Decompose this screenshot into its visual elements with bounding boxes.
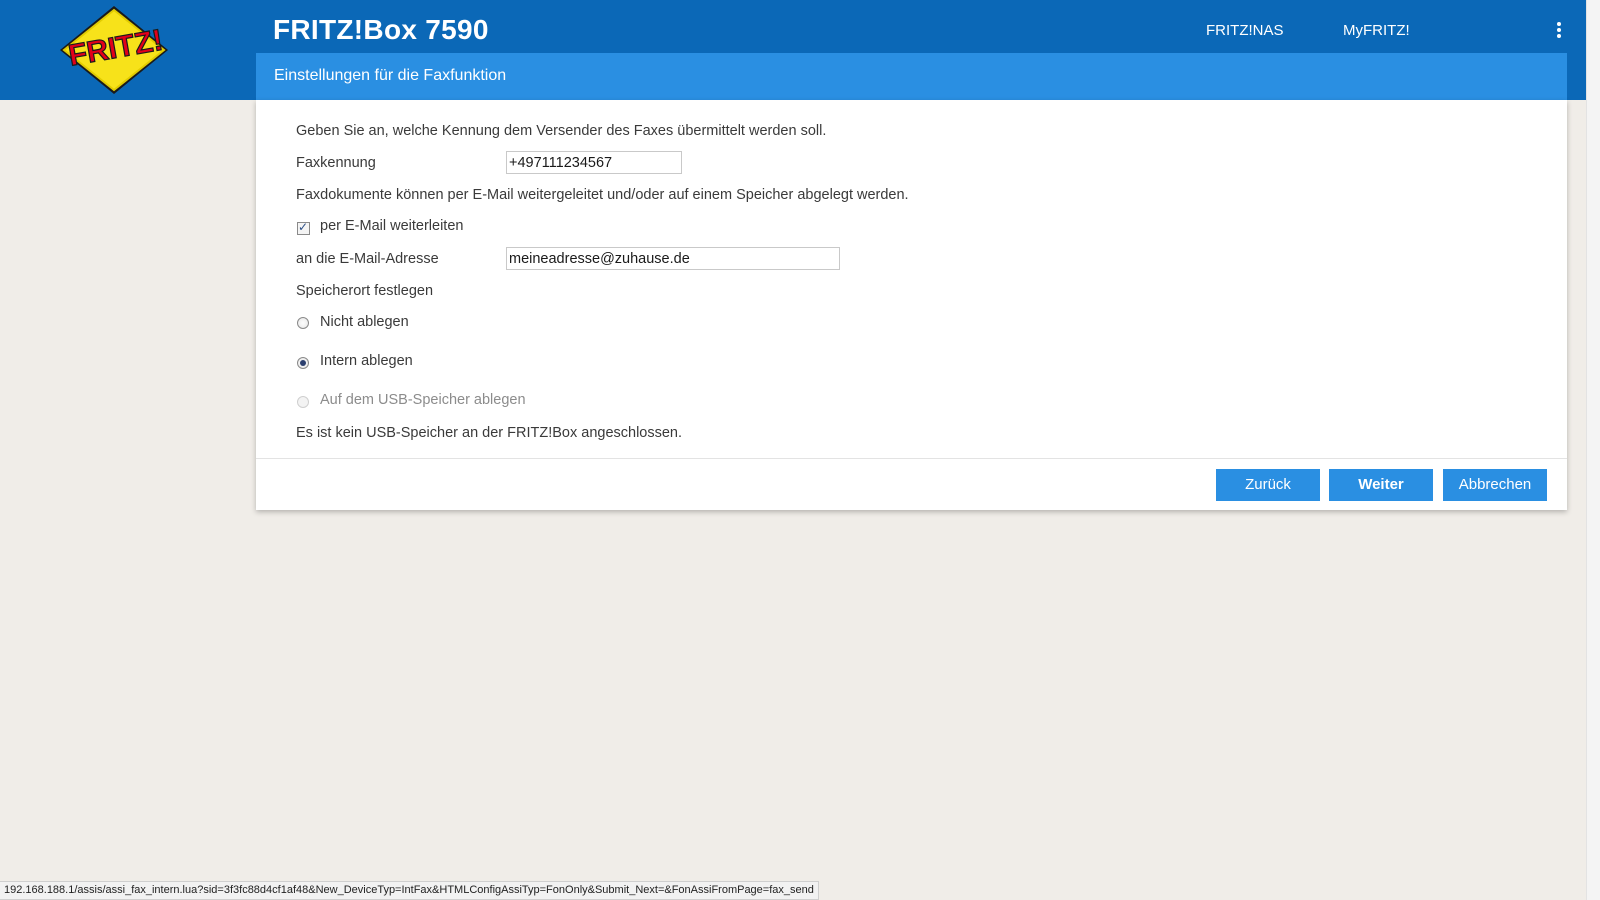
fritz-logo[interactable]: FRITZ! (54, 4, 174, 96)
cancel-button[interactable]: Abbrechen (1443, 469, 1547, 501)
radio-usb-ablegen-label: Auf dem USB-Speicher ablegen (320, 392, 526, 408)
product-title: FRITZ!Box 7590 (273, 14, 489, 45)
back-button[interactable]: Zurück (1216, 469, 1320, 501)
fax-id-input[interactable] (506, 151, 682, 174)
radio-nicht-ablegen[interactable] (297, 317, 309, 329)
email-input[interactable] (506, 247, 840, 270)
page-title: Einstellungen für die Faxfunktion (274, 67, 507, 84)
page-title-bar: Einstellungen für die Faxfunktion (256, 53, 1567, 100)
fritz-nas-link[interactable]: FRITZ!NAS (1206, 22, 1284, 39)
radio-usb-ablegen (297, 396, 309, 408)
intro-text: Geben Sie an, welche Kennung dem Versend… (296, 123, 827, 139)
usb-notice: Es ist kein USB-Speicher an der FRITZ!Bo… (296, 425, 683, 441)
divider (256, 458, 1567, 459)
email-label: an die E-Mail-Adresse (296, 251, 439, 267)
wizard-panel: Geben Sie an, welche Kennung dem Versend… (256, 100, 1567, 510)
email-forward-label: per E-Mail weiterleiten (320, 218, 464, 234)
radio-intern-ablegen[interactable] (297, 357, 309, 369)
radio-nicht-ablegen-label: Nicht ablegen (320, 314, 409, 330)
storage-heading: Speicherort festlegen (296, 283, 434, 299)
fax-id-label: Faxkennung (296, 155, 376, 171)
kebab-menu-icon[interactable] (1556, 22, 1562, 40)
radio-intern-ablegen-label: Intern ablegen (320, 353, 413, 369)
status-bar-url: 192.168.188.1/assis/assi_fax_intern.lua?… (0, 881, 819, 900)
myfritz-link[interactable]: MyFRITZ! (1343, 22, 1410, 39)
next-button[interactable]: Weiter (1329, 469, 1433, 501)
vertical-scrollbar[interactable] (1586, 0, 1600, 900)
forward-info-text: Faxdokumente können per E-Mail weitergel… (296, 187, 909, 203)
email-forward-checkbox[interactable]: ✓ (297, 220, 310, 235)
